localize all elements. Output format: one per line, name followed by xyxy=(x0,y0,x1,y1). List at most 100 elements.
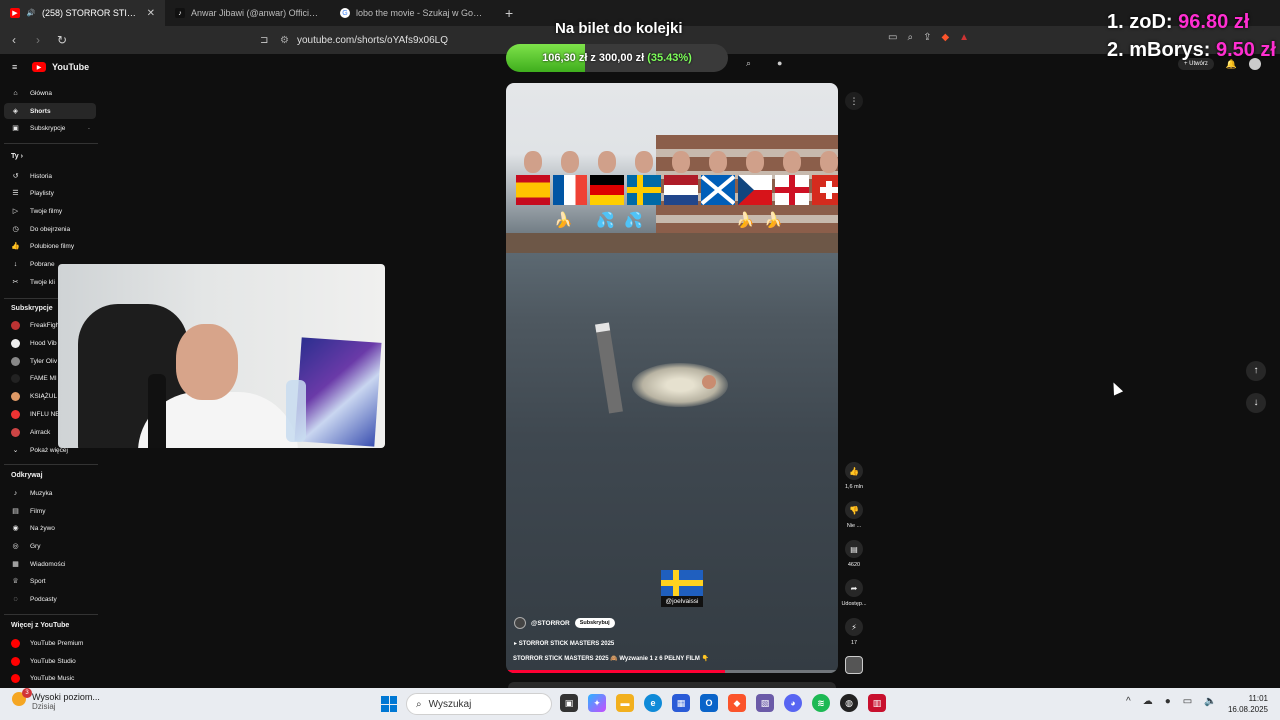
video-progress-bar[interactable] xyxy=(506,670,838,673)
sidebar-item-podcasts[interactable]: ◌ Podcasty xyxy=(4,591,96,607)
cloud-icon[interactable]: ☁ xyxy=(1143,696,1153,707)
voice-search-icon[interactable]: ● xyxy=(777,58,782,68)
spotify-icon[interactable]: ≋ xyxy=(812,694,830,712)
leaderboard-row: 2. mBorys: 9.50 zł xyxy=(1107,39,1276,61)
tab-google[interactable]: G lobo the movie - Szukaj w Google xyxy=(330,0,495,26)
network-icon[interactable]: ▭ xyxy=(1183,696,1192,707)
edge-icon[interactable]: e xyxy=(644,694,662,712)
photos-icon[interactable]: ▧ xyxy=(756,694,774,712)
channel-avatar[interactable] xyxy=(514,617,526,629)
brave-rewards-icon[interactable]: ▲ xyxy=(959,32,969,43)
sidebar-item-gaming[interactable]: ◎ Gry xyxy=(4,538,96,554)
channel-avatar xyxy=(11,373,20,383)
zoom-icon[interactable]: ⌕ xyxy=(907,32,913,43)
remix-icon[interactable]: ⚡ xyxy=(845,618,863,636)
obs-icon[interactable]: ◍ xyxy=(840,694,858,712)
back-icon[interactable]: ‹ xyxy=(4,33,24,47)
thumbs-up-icon[interactable]: 👍 xyxy=(845,462,863,480)
next-short-button[interactable]: ↓ xyxy=(1246,393,1266,413)
bookmark-icon[interactable]: ⊐ xyxy=(260,35,268,46)
new-tab-button[interactable]: + xyxy=(495,5,523,21)
menu-icon[interactable]: ≡ xyxy=(12,62,17,72)
comments-action[interactable]: ▤ 4620 xyxy=(840,540,868,568)
droplets-emoji: 💦 xyxy=(624,212,643,229)
sound-thumbnail[interactable] xyxy=(845,656,863,674)
youtube-logo[interactable]: ▶ YouTube xyxy=(32,62,89,72)
your-videos-icon: ▷ xyxy=(12,208,19,215)
file-explorer-icon[interactable]: ▬ xyxy=(616,694,634,712)
playlist-link[interactable]: ▸ STORROR STICK MASTERS 2025 xyxy=(514,640,614,647)
previous-short-button[interactable]: ↑ xyxy=(1246,361,1266,381)
taskbar-search[interactable]: ⌕ Wyszukaj xyxy=(406,693,552,715)
chevron-up-icon[interactable]: ^ xyxy=(1126,696,1131,707)
share-arrow-icon[interactable]: ➦ xyxy=(845,579,863,597)
dislike-action[interactable]: 👎 Nie ... xyxy=(840,501,868,529)
comment-icon[interactable]: ▤ xyxy=(845,540,863,558)
section-header-more: Więcej z YouTube xyxy=(11,622,70,629)
sidebar-item-music-app[interactable]: YouTube Music xyxy=(4,670,96,686)
sidebar-item-liked[interactable]: 👍 Polubione filmy xyxy=(4,238,96,254)
thumbs-down-icon[interactable]: 👎 xyxy=(845,501,863,519)
sidebar-item-live[interactable]: ◉ Na żywo xyxy=(4,520,96,536)
weather-widget[interactable]: 3 Wysoki poziom... Dzisiaj xyxy=(12,688,100,711)
sidebar-item-studio[interactable]: YouTube Studio xyxy=(4,653,96,669)
sidebar-item-music[interactable]: ♪ Muzyka xyxy=(4,485,96,501)
sidebar-item-movies[interactable]: ▤ Filmy xyxy=(4,503,96,519)
sweden-flag-overlay xyxy=(661,570,703,596)
volume-icon[interactable]: 🔈 xyxy=(1204,696,1216,707)
outlook-icon[interactable]: O xyxy=(700,694,718,712)
sidebar-item-playlists[interactable]: ☰ Playlisty xyxy=(4,185,96,201)
url-text: youtube.com/shorts/oYAfs9x06LQ xyxy=(296,34,448,46)
remix-action[interactable]: ⚡ 17 xyxy=(840,618,868,646)
section-header-you[interactable]: Ty › xyxy=(11,153,23,160)
youtube-play-icon: ▶ xyxy=(32,62,46,72)
sidebar-item-subscriptions[interactable]: ▣ Subskrypcje · xyxy=(4,120,96,136)
video-riverbank xyxy=(506,233,838,253)
app-icon[interactable]: ▥ xyxy=(868,694,886,712)
sidebar-item-shorts[interactable]: ◈ Shorts xyxy=(4,103,96,119)
shorts-video-player[interactable]: 🍌 💦 💦 🍌 🍌 @joelvaissi @STORROR Subskrybu… xyxy=(506,83,838,673)
sidebar-item-history[interactable]: ↺ Historia xyxy=(4,168,96,184)
channel-avatar xyxy=(11,320,20,330)
microphone-icon[interactable]: ● xyxy=(1165,696,1171,707)
like-action[interactable]: 👍 1,6 mln xyxy=(840,462,868,490)
video-progress-fill xyxy=(506,670,726,673)
copilot-icon[interactable]: ✦ xyxy=(588,694,606,712)
search-icon: ⌕ xyxy=(416,698,422,710)
task-view-icon[interactable]: ▣ xyxy=(560,694,578,712)
close-tab-icon[interactable]: ✕ xyxy=(147,8,155,19)
sidebar-item-home[interactable]: ⌂ Główna xyxy=(4,85,96,101)
taskbar-clock[interactable]: 11:01 16.08.2025 xyxy=(1224,693,1268,715)
screen-icon[interactable]: ▭ xyxy=(888,32,897,43)
sidebar-item-premium[interactable]: YouTube Premium xyxy=(4,635,96,651)
share-action[interactable]: ➦ Udostęp... xyxy=(840,579,868,607)
banana-emoji: 🍌 xyxy=(554,212,573,229)
forward-icon[interactable]: › xyxy=(28,33,48,47)
share-icon[interactable]: ⇪ xyxy=(923,32,931,43)
sidebar-item-news[interactable]: ▦ Wiadomości xyxy=(4,556,96,572)
video-description[interactable]: STORROR STICK MASTERS 2025 🙈 Wyzwanie 1 … xyxy=(513,655,709,662)
divider xyxy=(4,614,98,615)
tab-tiktok[interactable]: ♪ Anwar Jibawi (@anwar) Official | TikT xyxy=(165,0,330,26)
search-icon[interactable]: ⌕ xyxy=(746,58,751,69)
brave-icon[interactable]: ◆ xyxy=(728,694,746,712)
subscribe-button[interactable]: Subskrybuj xyxy=(574,618,615,628)
sidebar-item-sport[interactable]: ♕ Sport xyxy=(4,573,96,589)
site-info-icon[interactable]: ⚙ xyxy=(280,35,289,46)
brave-shield-icon[interactable]: ◆ xyxy=(941,32,949,43)
divider xyxy=(4,464,98,465)
reload-icon[interactable]: ↻ xyxy=(52,33,72,47)
sidebar-item-watch-later[interactable]: ◷ Do obejrzenia xyxy=(4,221,96,237)
windows-start-icon[interactable] xyxy=(381,696,397,712)
subscriptions-icon: ▣ xyxy=(12,125,19,132)
channel-avatar xyxy=(11,409,20,419)
sidebar-item-your-videos[interactable]: ▷ Twoje filmy xyxy=(4,203,96,219)
store-icon[interactable]: ▦ xyxy=(672,694,690,712)
watch-later-icon: ◷ xyxy=(12,226,19,233)
discord-icon[interactable]: ◕ xyxy=(784,694,802,712)
tab-youtube[interactable]: ▶ 🔊 (258) STORROR STICK MASTE ✕ xyxy=(0,0,165,26)
more-options-icon[interactable]: ⋮ xyxy=(845,92,863,110)
microphone xyxy=(148,374,166,448)
goal-progress-bar: 106,30 zł z 300,00 zł (35.43%) xyxy=(506,44,728,72)
channel-name[interactable]: @STORROR xyxy=(531,620,570,627)
